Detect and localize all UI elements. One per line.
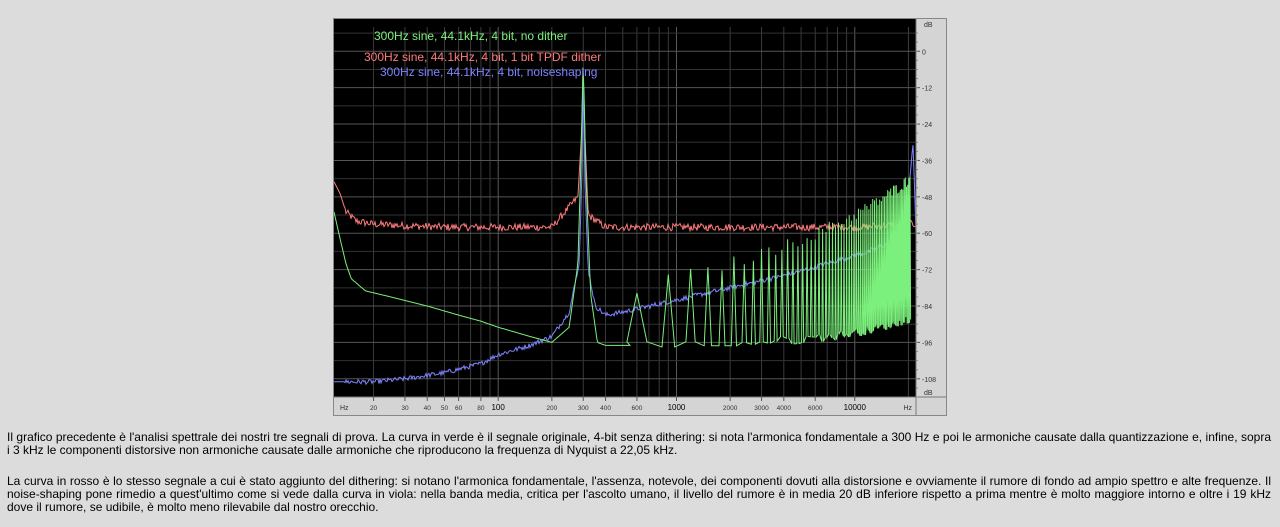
x-tick-label: 300 bbox=[578, 405, 589, 412]
legend-entry-0: 300Hz sine, 44.1kHz, 4 bit, no dither bbox=[374, 29, 567, 43]
x-tick-label: 20 bbox=[370, 405, 378, 412]
paragraph-1: Il grafico precedente è l'analisi spettr… bbox=[7, 430, 1271, 457]
y-unit-label-top: dB bbox=[924, 22, 933, 29]
x-unit-label-right: Hz bbox=[903, 405, 912, 412]
x-tick-label: 3000 bbox=[754, 405, 769, 412]
y-tick-label: -36 bbox=[922, 158, 932, 165]
x-tick-label: 2000 bbox=[723, 405, 738, 412]
x-tick-label: 10000 bbox=[844, 403, 867, 412]
x-tick-label: 100 bbox=[491, 403, 505, 412]
y-tick-label: -60 bbox=[922, 231, 932, 238]
x-tick-label: 60 bbox=[455, 405, 463, 412]
spectrum-chart: dB dB 0 -12 -24 -36 -48 -60 -72 -84 -96 -108 Hz Hz 20 3… bbox=[333, 18, 947, 416]
y-tick-label: -84 bbox=[922, 304, 932, 311]
y-unit-label-bottom: dB bbox=[924, 390, 933, 397]
y-tick-label: -96 bbox=[922, 340, 932, 347]
legend: 300Hz sine, 44.1kHz, 4 bit, no dither 300… bbox=[364, 29, 601, 79]
x-tick-label: 400 bbox=[600, 405, 611, 412]
legend-entry-1: 300Hz sine, 44.1kHz, 4 bit, 1 bit TPDF d… bbox=[364, 50, 601, 64]
x-tick-label: 80 bbox=[477, 405, 485, 412]
x-tick-label: 200 bbox=[546, 405, 557, 412]
x-tick-label: 4000 bbox=[777, 405, 792, 412]
y-tick-label: 0 bbox=[922, 49, 926, 56]
x-tick-label: 6000 bbox=[808, 405, 823, 412]
x-tick-label: 40 bbox=[424, 405, 432, 412]
x-tick-label: 1000 bbox=[668, 403, 686, 412]
y-tick-label: -72 bbox=[922, 268, 932, 275]
y-tick-label: -24 bbox=[922, 122, 932, 129]
paragraph-2: La curva in rosso è lo stesso segnale a … bbox=[7, 474, 1271, 514]
x-tick-label: 30 bbox=[401, 405, 409, 412]
legend-entry-2: 300Hz sine, 44.1kHz, 4 bit, noiseshaping bbox=[380, 65, 597, 79]
x-tick-label: 600 bbox=[631, 405, 642, 412]
y-ruler bbox=[916, 19, 946, 415]
y-tick-label: -108 bbox=[922, 377, 936, 384]
y-tick-label: -48 bbox=[922, 195, 932, 202]
x-tick-label: 50 bbox=[441, 405, 449, 412]
y-tick-label: -12 bbox=[922, 86, 932, 93]
x-unit-label-left: Hz bbox=[340, 405, 349, 412]
spectrum-chart-svg: dB dB 0 -12 -24 -36 -48 -60 -72 -84 -96 -108 Hz Hz 20 3… bbox=[334, 19, 946, 415]
